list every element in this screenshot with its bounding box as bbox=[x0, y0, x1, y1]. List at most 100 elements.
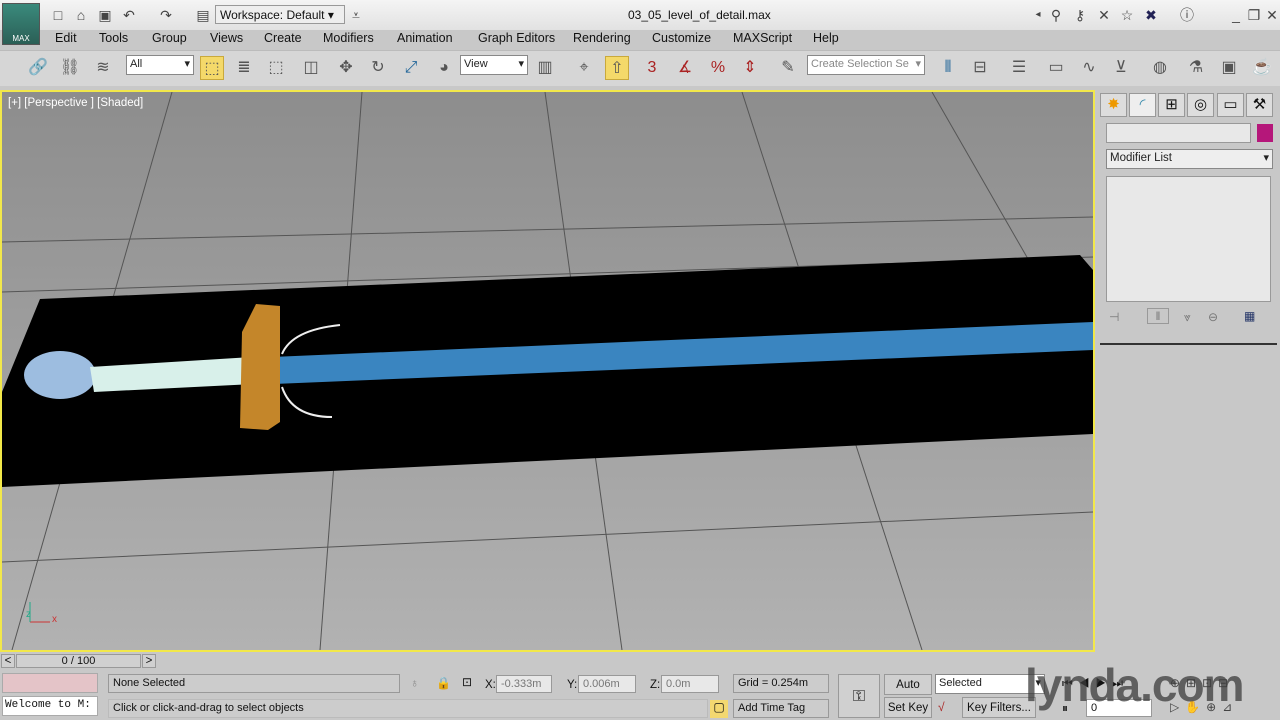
binoculars-icon[interactable]: ⚲ bbox=[1048, 7, 1064, 23]
modify-tab-icon[interactable]: ◜ bbox=[1129, 93, 1156, 117]
z-coord-field[interactable]: 0.0m bbox=[661, 675, 719, 693]
object-name-field[interactable] bbox=[1106, 123, 1251, 143]
application-menu-button[interactable]: MAX bbox=[2, 3, 40, 45]
modifier-stack[interactable] bbox=[1106, 176, 1271, 302]
help-icon[interactable]: ⓘ bbox=[1179, 7, 1195, 23]
scene-explorer-icon[interactable]: ▭ bbox=[1044, 56, 1068, 80]
pivot-center-icon[interactable]: ▥ bbox=[533, 56, 557, 80]
render-production-icon[interactable]: ☕ bbox=[1250, 56, 1274, 80]
menu-edit[interactable]: Edit bbox=[55, 31, 77, 45]
make-unique-icon[interactable]: ⩔ bbox=[1184, 310, 1191, 325]
select-and-scale-icon[interactable]: ⤢ bbox=[399, 56, 423, 80]
unlink-selection-icon[interactable]: ⛓ bbox=[58, 56, 82, 80]
window-crossing-icon[interactable]: ◫ bbox=[299, 56, 323, 80]
selection-filter-dropdown[interactable]: All bbox=[126, 55, 194, 75]
angle-snap-icon[interactable]: ∡ bbox=[673, 56, 697, 80]
create-tab-icon[interactable]: ✸ bbox=[1100, 93, 1127, 117]
customize-quick-access-icon[interactable]: ⩡ bbox=[348, 7, 364, 23]
menu-maxscript[interactable]: MAXScript bbox=[733, 31, 792, 45]
hierarchy-tab-icon[interactable]: ⊞ bbox=[1158, 93, 1185, 117]
viewport-label[interactable]: [+] [Perspective ] [Shaded] bbox=[8, 97, 143, 109]
spinner-snap-icon[interactable]: ⇕ bbox=[738, 56, 762, 80]
utilities-tab-icon[interactable]: ⚒ bbox=[1246, 93, 1273, 117]
select-object-icon[interactable]: ⬚ bbox=[200, 56, 224, 80]
workspace-dropdown[interactable]: Workspace: Default ▾ bbox=[215, 5, 345, 24]
time-slider-next[interactable]: > bbox=[142, 654, 156, 668]
rendered-frame-window-icon[interactable]: ▣ bbox=[1217, 56, 1241, 80]
communication-center-icon[interactable]: ✕ bbox=[1096, 7, 1112, 23]
sword-pommel[interactable] bbox=[24, 351, 96, 399]
close-button[interactable]: ✕ bbox=[1264, 7, 1280, 23]
modifier-list-dropdown[interactable]: Modifier List bbox=[1106, 149, 1273, 169]
menu-animation[interactable]: Animation bbox=[397, 31, 453, 45]
rectangular-selection-icon[interactable]: ⬚ bbox=[264, 56, 288, 80]
set-key-button[interactable]: Set Key bbox=[884, 697, 932, 718]
redo-icon[interactable]: ↷ bbox=[158, 7, 174, 23]
layer-manager-icon[interactable]: ☰ bbox=[1007, 56, 1031, 80]
mirror-icon[interactable]: ⫴ bbox=[936, 56, 960, 80]
save-file-icon[interactable]: ▣ bbox=[97, 7, 113, 23]
reference-coordinate-dropdown[interactable]: View bbox=[460, 55, 528, 75]
curve-editor-icon[interactable]: ∿ bbox=[1077, 56, 1101, 80]
render-setup-icon[interactable]: ⚗ bbox=[1184, 56, 1208, 80]
minimize-button[interactable]: _ bbox=[1228, 7, 1244, 23]
key-icon[interactable]: ⚷ bbox=[1072, 7, 1088, 23]
menu-customize[interactable]: Customize bbox=[652, 31, 711, 45]
undo-icon[interactable]: ↶ bbox=[121, 7, 137, 23]
exchange-icon[interactable]: ✖ bbox=[1143, 7, 1159, 23]
motion-tab-icon[interactable]: ◎ bbox=[1187, 93, 1214, 117]
menu-modifiers[interactable]: Modifiers bbox=[323, 31, 374, 45]
menu-views[interactable]: Views bbox=[210, 31, 243, 45]
x-coord-field[interactable]: -0.333m bbox=[496, 675, 552, 693]
time-slider-prev[interactable]: < bbox=[1, 654, 15, 668]
set-keys-key-icon[interactable]: ⚿ bbox=[838, 674, 880, 718]
menu-group[interactable]: Group bbox=[152, 31, 187, 45]
align-icon[interactable]: ⊟ bbox=[968, 56, 992, 80]
y-coord-field[interactable]: 0.006m bbox=[578, 675, 636, 693]
edit-named-selection-icon[interactable]: ✎ bbox=[776, 56, 800, 80]
schematic-view-icon[interactable]: ⊻ bbox=[1109, 56, 1133, 80]
menu-graph-editors[interactable]: Graph Editors bbox=[478, 31, 555, 45]
menu-tools[interactable]: Tools bbox=[99, 31, 128, 45]
object-color-swatch[interactable] bbox=[1257, 124, 1273, 142]
maxscript-mini-listener-top[interactable] bbox=[2, 673, 98, 693]
material-editor-icon[interactable]: ◍ bbox=[1148, 56, 1172, 80]
scene-canvas[interactable]: z x bbox=[2, 92, 1093, 650]
pin-stack-icon[interactable]: ⊣ bbox=[1109, 310, 1119, 324]
time-tag-icon[interactable]: ▢ bbox=[710, 700, 728, 718]
selection-lock-icon[interactable]: 🔒 bbox=[436, 676, 451, 690]
percent-snap-icon[interactable]: % bbox=[706, 56, 730, 80]
time-slider-thumb[interactable]: 0 / 100 bbox=[16, 654, 141, 668]
named-selection-set-dropdown[interactable]: Create Selection Se bbox=[807, 55, 925, 75]
collapse-infocenter-icon[interactable]: ◂ bbox=[1030, 7, 1046, 23]
add-time-tag-button[interactable]: Add Time Tag bbox=[733, 699, 829, 718]
select-and-place-icon[interactable]: ◕ bbox=[432, 56, 456, 80]
menu-rendering[interactable]: Rendering bbox=[573, 31, 631, 45]
select-and-link-icon[interactable]: 🔗 bbox=[26, 56, 50, 80]
new-file-icon[interactable]: □ bbox=[50, 7, 66, 23]
display-tab-icon[interactable]: ▭ bbox=[1217, 93, 1244, 117]
configure-modifier-sets-icon[interactable]: ▦ bbox=[1244, 309, 1255, 323]
show-end-result-icon[interactable]: ‖ bbox=[1147, 308, 1169, 324]
manipulate-icon[interactable]: ⌖ bbox=[572, 56, 596, 80]
y-coord-label: Y: bbox=[567, 679, 578, 691]
maxscript-mini-listener[interactable]: Welcome to M: bbox=[2, 696, 98, 716]
menu-create[interactable]: Create bbox=[264, 31, 302, 45]
auto-key-button[interactable]: Auto Key bbox=[884, 674, 932, 711]
snaps-toggle-icon[interactable]: 3 bbox=[640, 56, 664, 80]
select-and-move-icon[interactable]: ✥ bbox=[334, 56, 358, 80]
restore-button[interactable]: ❐ bbox=[1246, 7, 1262, 23]
bind-to-space-warp-icon[interactable]: ≋ bbox=[91, 56, 115, 80]
project-folder-icon[interactable]: ▤ bbox=[195, 7, 211, 23]
open-file-icon[interactable]: ⌂ bbox=[73, 7, 89, 23]
favorites-star-icon[interactable]: ☆ bbox=[1119, 7, 1135, 23]
select-by-name-icon[interactable]: ≣ bbox=[232, 56, 256, 80]
keyboard-shortcut-override-icon[interactable]: ⇧ bbox=[605, 56, 629, 80]
isolate-selection-icon[interactable]: ♁ bbox=[410, 676, 419, 690]
default-tangent-icon[interactable]: √ bbox=[938, 700, 945, 714]
select-and-rotate-icon[interactable]: ↻ bbox=[366, 56, 390, 80]
perspective-viewport[interactable]: z x [+] [Perspective ] [Shaded] bbox=[0, 90, 1095, 652]
menu-help[interactable]: Help bbox=[813, 31, 839, 45]
absolute-mode-transform-icon[interactable]: ⊡ bbox=[462, 675, 472, 689]
remove-modifier-icon[interactable]: ⊖ bbox=[1208, 310, 1218, 324]
